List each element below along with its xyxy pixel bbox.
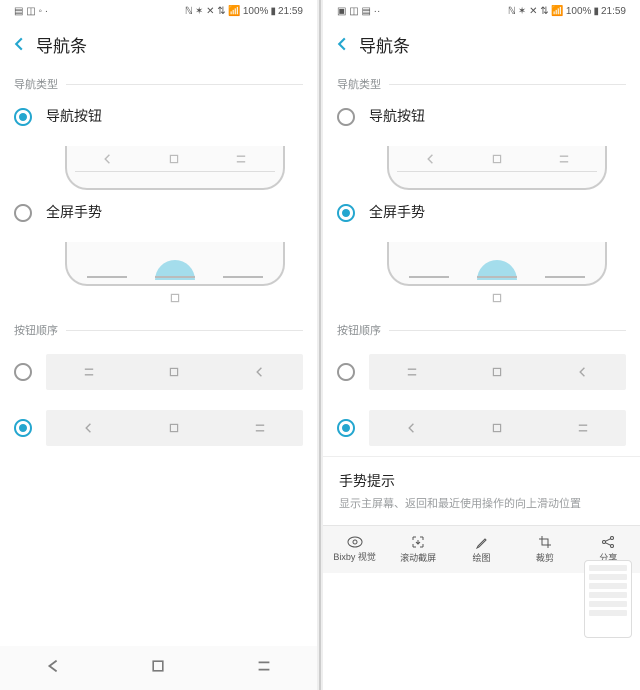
back-button[interactable]	[10, 35, 28, 53]
order-bar-recents-home-back	[369, 354, 626, 390]
radio-order-2[interactable]	[14, 419, 32, 437]
status-nfc-icon: ℕ	[508, 6, 516, 17]
status-icons: ✶ ✕ ⇅ 📶	[518, 6, 564, 17]
status-battery-text: 100%	[243, 6, 269, 17]
device-nav-bar	[0, 646, 317, 690]
radio-nav-buttons[interactable]	[337, 108, 355, 126]
radio-order-2[interactable]	[337, 419, 355, 437]
order-bar-back-home-recents	[46, 410, 303, 446]
back-button[interactable]	[333, 35, 351, 53]
section-nav-type: 导航类型	[14, 76, 303, 92]
option-full-gestures[interactable]: 全屏手势	[14, 194, 303, 312]
home-indicator-icon	[46, 286, 303, 308]
status-time: 21:59	[601, 6, 626, 17]
full-gestures-illustration	[369, 228, 626, 286]
option-full-gestures-label: 全屏手势	[46, 202, 303, 222]
header: 导航条	[0, 22, 317, 66]
button-order-option-1[interactable]	[0, 344, 317, 400]
page-title: 导航条	[36, 32, 87, 57]
gesture-hint-body: 显示主屏幕、返回和最近使用操作的向上滑动位置	[339, 495, 624, 511]
radio-nav-buttons[interactable]	[14, 108, 32, 126]
option-nav-buttons-label: 导航按钮	[369, 106, 626, 126]
radio-full-gestures[interactable]	[337, 204, 355, 222]
draw-button[interactable]: 绘图	[450, 526, 513, 573]
button-order-option-2[interactable]	[323, 400, 640, 456]
status-left-icons: ▣ ◫ ▤ ··	[337, 6, 380, 17]
status-battery-icon: ▮	[270, 6, 276, 17]
scroll-capture-button[interactable]: 滚动截屏	[386, 526, 449, 573]
radio-order-1[interactable]	[14, 363, 32, 381]
nav-home-icon[interactable]	[150, 658, 166, 679]
option-nav-buttons[interactable]: 导航按钮	[337, 98, 626, 194]
nav-buttons-illustration	[369, 132, 626, 190]
screenshot-preview[interactable]	[584, 560, 632, 638]
full-gestures-illustration	[46, 228, 303, 286]
status-battery-icon: ▮	[593, 6, 599, 17]
section-button-order: 按钮顺序	[14, 322, 303, 338]
gesture-hint-row[interactable]: 手势提示 显示主屏幕、返回和最近使用操作的向上滑动位置	[323, 456, 640, 525]
radio-order-1[interactable]	[337, 363, 355, 381]
nav-back-icon[interactable]	[44, 657, 62, 680]
option-full-gestures-label: 全屏手势	[369, 202, 626, 222]
status-time: 21:59	[278, 6, 303, 17]
header: 导航条	[323, 22, 640, 66]
status-bar: ▣ ◫ ▤ ·· ℕ ✶ ✕ ⇅ 📶 100% ▮ 21:59	[323, 0, 640, 22]
screen-right: ▣ ◫ ▤ ·· ℕ ✶ ✕ ⇅ 📶 100% ▮ 21:59 导航条 导航类型…	[323, 0, 640, 690]
option-nav-buttons-label: 导航按钮	[46, 106, 303, 126]
order-bar-recents-home-back	[46, 354, 303, 390]
order-bar-back-home-recents	[369, 410, 626, 446]
page-title: 导航条	[359, 32, 410, 57]
option-full-gestures[interactable]: 全屏手势	[337, 194, 626, 312]
section-nav-type: 导航类型	[337, 76, 626, 92]
nav-buttons-illustration	[46, 132, 303, 190]
home-indicator-icon	[369, 286, 626, 308]
section-button-order: 按钮顺序	[337, 322, 626, 338]
status-battery-text: 100%	[566, 6, 592, 17]
button-order-option-1[interactable]	[323, 344, 640, 400]
status-icons: ✶ ✕ ⇅ 📶	[195, 6, 241, 17]
gesture-hint-title: 手势提示	[339, 471, 624, 491]
crop-button[interactable]: 裁剪	[513, 526, 576, 573]
screen-left: ▤ ◫ ◦ · ℕ ✶ ✕ ⇅ 📶 100% ▮ 21:59 导航条 导航类型 …	[0, 0, 317, 690]
nav-recents-icon[interactable]	[255, 657, 273, 680]
status-bar: ▤ ◫ ◦ · ℕ ✶ ✕ ⇅ 📶 100% ▮ 21:59	[0, 0, 317, 22]
status-left-icons: ▤ ◫ ◦ ·	[14, 6, 48, 17]
radio-full-gestures[interactable]	[14, 204, 32, 222]
button-order-option-2[interactable]	[0, 400, 317, 456]
status-nfc-icon: ℕ	[185, 6, 193, 17]
option-nav-buttons[interactable]: 导航按钮	[14, 98, 303, 194]
bixby-vision-button[interactable]: Bixby 视觉	[323, 526, 386, 573]
